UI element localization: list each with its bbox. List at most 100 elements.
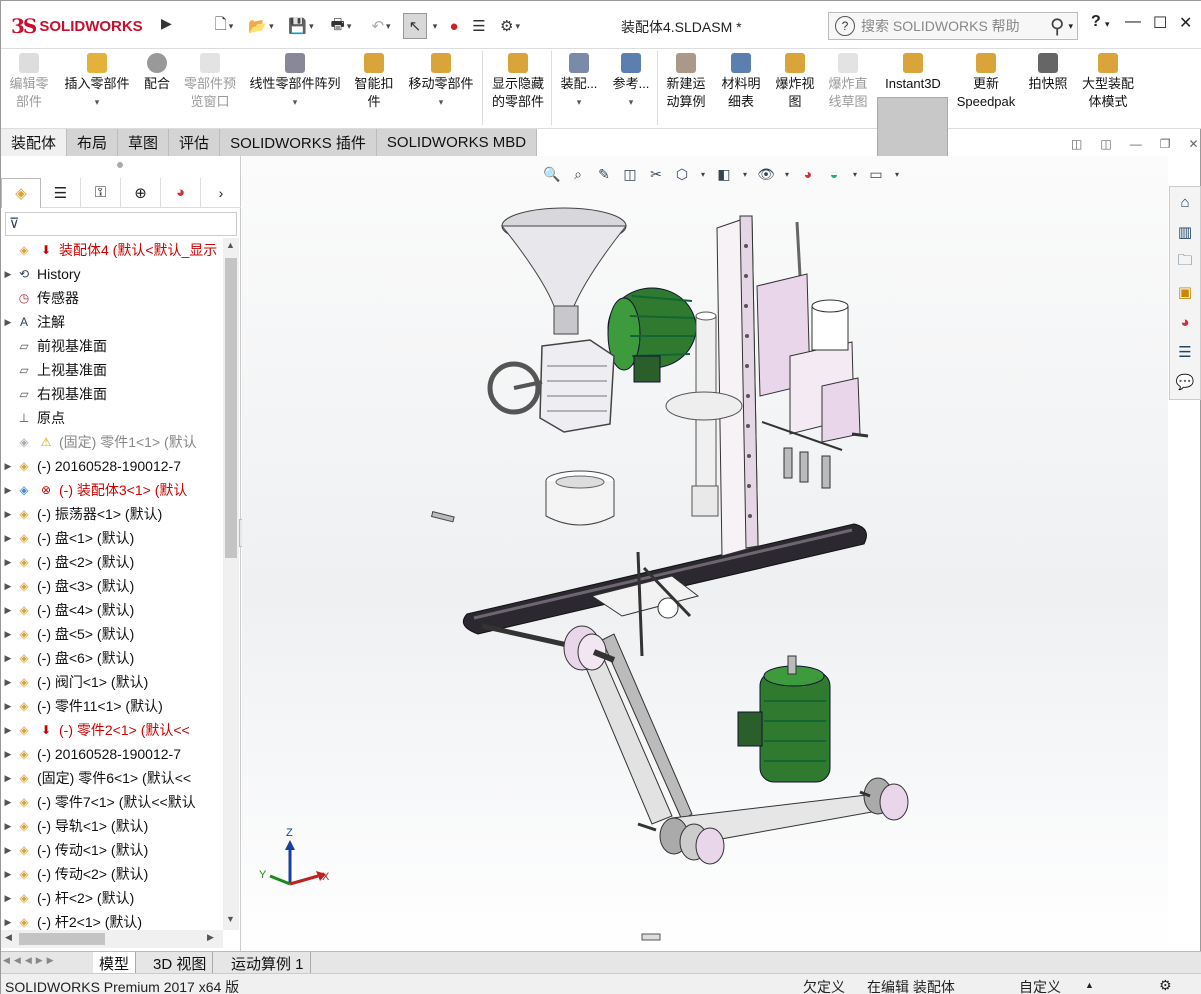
solidworks-logo[interactable]: 3S SOLIDWORKS (11, 11, 143, 41)
maximize-button[interactable]: ☐ (1153, 13, 1167, 33)
tree-item[interactable]: ⊥ 原点 (1, 406, 223, 430)
expand-arrow-icon[interactable]: ▶ (1, 797, 15, 808)
hand-wheel[interactable] (487, 361, 543, 415)
show-hidden-components-button[interactable]: 显示隐藏的零部件 (487, 53, 549, 111)
tree-item[interactable]: ▶ ◈ (-) 盘<2> (默认) (1, 550, 223, 574)
expand-arrow-icon[interactable]: ▶ (1, 845, 15, 856)
scroll-thumb[interactable] (19, 933, 105, 945)
file-properties-button[interactable]: ☰ (469, 13, 489, 39)
rebuild-button[interactable]: ● (445, 13, 463, 39)
save-button[interactable]: 💾 ▾ (285, 13, 317, 39)
appearances-icon[interactable]: ◕ (1170, 307, 1200, 337)
tree-item[interactable]: ◷ 传感器 (1, 286, 223, 310)
search-dropdown-icon[interactable]: ▾ (1068, 21, 1073, 32)
dropdown-arrow-icon[interactable]: ▾ (293, 93, 298, 111)
tree-item[interactable]: ▶ ◈ (-) 20160528-190012-7 (1, 454, 223, 478)
tree-item[interactable]: ▱ 上视基准面 (1, 358, 223, 382)
tree-item[interactable]: ▶ ◈ (-) 零件7<1> (默认<<默认 (1, 790, 223, 814)
tab-layout[interactable]: 布局 (67, 129, 119, 156)
menu-expand-icon[interactable]: ▶ (161, 15, 172, 32)
select-button[interactable]: ↖ (403, 13, 427, 39)
tree-item[interactable]: ▶ ◈ (-) 杆2<1> (默认) (1, 910, 223, 930)
smart-fasteners-button[interactable]: 智能扣件 (351, 53, 397, 111)
tree-item[interactable]: ▶ ◈ ⊗ (-) 装配体3<1> (默认 (1, 478, 223, 502)
filter-funnel-icon[interactable]: ⊽ (9, 215, 19, 232)
tree-item[interactable]: ▶ ◈ ⬇ (-) 零件2<1> (默认<< (1, 718, 223, 742)
tree-item[interactable]: ◈ ⚠ (固定) 零件1<1> (默认 (1, 430, 223, 454)
expand-arrow-icon[interactable]: ▶ (1, 533, 15, 544)
tree-item[interactable]: ▶ ◈ (-) 盘<5> (默认) (1, 622, 223, 646)
tree-item[interactable]: ▶ ◈ (-) 盘<1> (默认) (1, 526, 223, 550)
tree-item[interactable]: ▶ ◈ (-) 盘<6> (默认) (1, 646, 223, 670)
expand-arrow-icon[interactable]: ▶ (1, 893, 15, 904)
expand-arrow-icon[interactable]: ▶ (1, 869, 15, 880)
tree-item[interactable]: ▶ ⟲ History (1, 262, 223, 286)
update-speedpak-button[interactable]: 更新Speedpak (953, 53, 1019, 111)
expand-arrow-icon[interactable]: ▶ (1, 629, 15, 640)
expand-arrow-icon[interactable]: ▶ (1, 653, 15, 664)
ring-cup[interactable] (545, 470, 615, 526)
motor-bottom[interactable] (737, 655, 831, 783)
move-component-button[interactable]: 移动零部件 ▾ (403, 53, 479, 111)
hopper-funnel[interactable] (500, 207, 628, 335)
expand-arrow-icon[interactable]: ▶ (1, 677, 15, 688)
tab-3d-view[interactable]: 3D 视图 (147, 952, 214, 974)
dropdown-arrow-icon[interactable]: ▾ (629, 93, 634, 111)
tab-sketch[interactable]: 草图 (118, 129, 170, 156)
expand-arrow-icon[interactable]: ▶ (1, 557, 15, 568)
edit-component-button[interactable]: 编辑零部件 (5, 53, 53, 111)
explode-line-sketch-button[interactable]: 爆炸直线草图 (823, 53, 873, 111)
drive-belt-lower[interactable] (481, 623, 895, 847)
rebuild-status-icon[interactable]: ⚙ (1159, 977, 1172, 994)
units-system[interactable]: 自定义 (1019, 977, 1061, 994)
tab-mbd[interactable]: SOLIDWORKS MBD (376, 129, 538, 156)
tree-item[interactable]: ▶ ◈ (-) 导轨<1> (默认) (1, 814, 223, 838)
print-button[interactable]: 🖶 ▾ (325, 13, 357, 39)
tree-item[interactable]: ▶ ◈ (-) 盘<4> (默认) (1, 598, 223, 622)
custom-properties-icon[interactable]: ☰ (1170, 337, 1200, 367)
tree-item[interactable]: ▱ 右视基准面 (1, 382, 223, 406)
property-manager-tab[interactable]: ☰ (41, 177, 81, 208)
graphics-area[interactable]: 🔍 ⌕ ✎ ◫ ✂ ⬡ ▾ ◧ ▾ 👁 ▾ ◕ ◒ ▾ ▭ ▾ Z X Y (242, 156, 1168, 951)
take-snapshot-button[interactable]: 拍快照 (1025, 53, 1071, 93)
tile-right-icon[interactable]: ◫ (1100, 137, 1111, 151)
tree-item[interactable]: ▶ ◈ (-) 盘<3> (默认) (1, 574, 223, 598)
select-dropdown[interactable]: ▾ (429, 13, 439, 39)
new-motion-study-button[interactable]: 新建运动算例 (661, 53, 711, 111)
tree-item[interactable]: ▶ ◈ (-) 传动<1> (默认) (1, 838, 223, 862)
feature-manager-tab[interactable]: ◈ (1, 177, 41, 208)
tree-item[interactable]: ▱ 前视基准面 (1, 334, 223, 358)
small-pin-part[interactable] (430, 511, 455, 523)
expand-arrow-icon[interactable]: ▶ (1, 821, 15, 832)
expand-arrow-icon[interactable]: ▶ (1, 317, 15, 328)
open-doc-button[interactable]: 📂 ▾ (245, 13, 277, 39)
help-dropdown-icon[interactable]: ▾ (1105, 19, 1110, 30)
large-assembly-mode-button[interactable]: 大型装配体模式 (1077, 53, 1139, 111)
expand-arrow-icon[interactable]: ▶ (1, 773, 15, 784)
tree-item[interactable]: ▶ ◈ (-) 振荡器<1> (默认) (1, 502, 223, 526)
dropdown-arrow-icon[interactable]: ▾ (577, 93, 582, 111)
scroll-down-icon[interactable]: ▼ (226, 914, 235, 924)
display-manager-tab[interactable]: ◕ (161, 177, 201, 208)
hexagonal-chamber[interactable] (539, 339, 615, 433)
component-preview-button[interactable]: 零部件预览窗口 (179, 53, 241, 111)
view-palette-icon[interactable]: ▣ (1170, 277, 1200, 307)
exploded-view-button[interactable]: 爆炸视图 (771, 53, 819, 111)
doc-restore-icon[interactable]: ❐ (1160, 137, 1171, 151)
configuration-manager-tab[interactable]: ⚿ (81, 177, 121, 208)
motor-top[interactable] (607, 287, 697, 383)
expand-arrow-icon[interactable]: ▶ (1, 581, 15, 592)
minimize-button[interactable]: — (1125, 13, 1141, 31)
tree-item[interactable]: ▶ ◈ (-) 阀门<1> (默认) (1, 670, 223, 694)
bill-of-materials-button[interactable]: 材料明细表 (717, 53, 765, 111)
insert-component-button[interactable]: 插入零部件 ▾ (59, 53, 135, 111)
linear-pattern-button[interactable]: 线性零部件阵列 ▾ (245, 53, 345, 111)
instant3d-button[interactable]: Instant3D (881, 53, 945, 93)
tree-item[interactable]: ▶ ◈ (-) 传动<2> (默认) (1, 862, 223, 886)
tab-model[interactable]: 模型 (93, 952, 137, 974)
expand-arrow-icon[interactable]: ▶ (1, 917, 15, 928)
tab-motion-study[interactable]: 运动算例 1 (225, 952, 311, 974)
forum-icon[interactable]: 💬 (1170, 367, 1200, 397)
file-explorer-icon[interactable]: 🗀 (1170, 247, 1200, 277)
tree-item[interactable]: ▶ ◈ (-) 20160528-190012-7 (1, 742, 223, 766)
